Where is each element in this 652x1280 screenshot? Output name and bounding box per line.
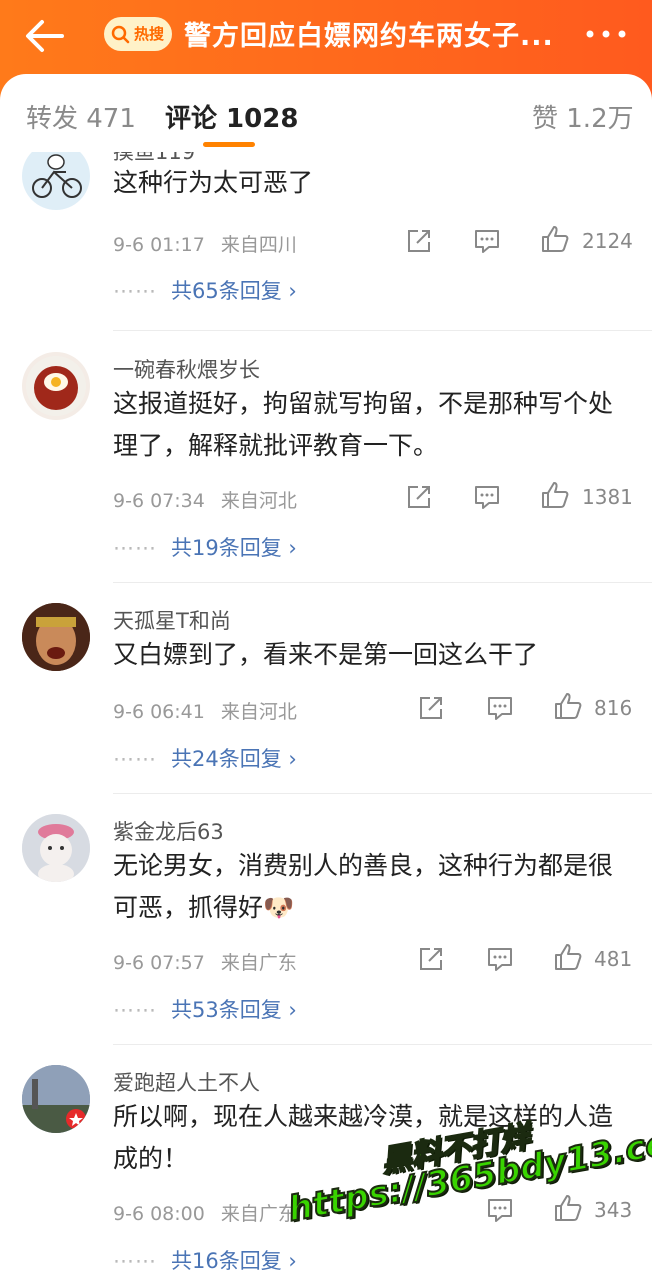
replies-label: 共53条回复 › bbox=[171, 998, 297, 1022]
hot-badge-label: 热搜 bbox=[134, 25, 165, 43]
comment-text: 这种行为太可恶了 bbox=[113, 168, 314, 197]
comment-meta: 9-6 07:57 来自广东 bbox=[113, 948, 297, 975]
search-icon bbox=[111, 25, 130, 43]
title-area: 热搜 警方回应白嫖网约车两女子... bbox=[104, 14, 554, 53]
tab-bar: 转发 471 评论 1028 赞 1.2万 bbox=[0, 74, 652, 152]
comment-time: 9-6 08:00 bbox=[113, 1203, 205, 1225]
comment-icon[interactable] bbox=[485, 693, 515, 723]
replies-label: 共16条回复 › bbox=[171, 1249, 297, 1273]
page-title: 警方回应白嫖网约车两女子... bbox=[184, 21, 554, 52]
replies-label: 共24条回复 › bbox=[171, 747, 297, 771]
divider bbox=[113, 793, 652, 794]
divider bbox=[113, 330, 652, 331]
comment-time: 9-6 07:57 bbox=[113, 952, 205, 974]
like-count: 816 bbox=[594, 696, 633, 720]
reply-dots: ⋯⋯ bbox=[113, 747, 157, 771]
comment-meta: 9-6 01:17 来自四川 bbox=[113, 230, 297, 257]
view-replies-link[interactable]: ⋯⋯ 共19条回复 › bbox=[113, 532, 297, 562]
more-dots-icon[interactable] bbox=[582, 24, 630, 44]
avatar[interactable] bbox=[22, 152, 90, 210]
avatar[interactable] bbox=[22, 1065, 90, 1133]
share-icon[interactable] bbox=[404, 482, 434, 512]
comment-meta: 9-6 06:41 来自河北 bbox=[113, 697, 297, 724]
comment-text: 这报道挺好，拘留就写拘留，不是那种写个处理了，解释就批评教育一下。 bbox=[113, 389, 614, 460]
avatar[interactable] bbox=[22, 814, 90, 882]
monk-face-icon bbox=[22, 603, 90, 671]
comment-time: 9-6 07:34 bbox=[113, 490, 205, 512]
tab-reposts[interactable]: 转发 471 bbox=[26, 98, 136, 135]
comment-icon[interactable] bbox=[485, 944, 515, 974]
food-bowl-icon bbox=[26, 356, 86, 416]
comment-location: 来自河北 bbox=[220, 490, 297, 512]
reply-dots: ⋯⋯ bbox=[113, 1249, 157, 1273]
divider bbox=[113, 1044, 652, 1045]
view-replies-link[interactable]: ⋯⋯ 共53条回复 › bbox=[113, 994, 297, 1024]
share-icon[interactable] bbox=[416, 693, 446, 723]
comment-location: 来自河北 bbox=[220, 701, 297, 723]
comment-icon[interactable] bbox=[472, 482, 502, 512]
comment-time: 9-6 06:41 bbox=[113, 701, 205, 723]
hot-search-badge[interactable]: 热搜 bbox=[104, 16, 173, 51]
active-tab-indicator bbox=[203, 142, 255, 147]
share-icon[interactable] bbox=[416, 944, 446, 974]
comment-meta: 9-6 07:34 来自河北 bbox=[113, 486, 297, 513]
like-icon[interactable] bbox=[553, 942, 583, 972]
tab-likes[interactable]: 赞 1.2万 bbox=[532, 98, 634, 135]
like-count: 1381 bbox=[582, 485, 633, 509]
comment-time: 9-6 01:17 bbox=[113, 234, 205, 256]
like-icon[interactable] bbox=[540, 224, 570, 254]
view-replies-link[interactable]: ⋯⋯ 共16条回复 › bbox=[113, 1245, 297, 1275]
comment-icon[interactable] bbox=[472, 226, 502, 256]
like-icon[interactable] bbox=[540, 480, 570, 510]
view-replies-link[interactable]: ⋯⋯ 共24条回复 › bbox=[113, 743, 297, 773]
share-icon[interactable] bbox=[404, 226, 434, 256]
back-arrow-icon[interactable] bbox=[22, 16, 68, 56]
divider bbox=[113, 582, 652, 583]
reply-dots: ⋯⋯ bbox=[113, 536, 157, 560]
like-count: 481 bbox=[594, 947, 633, 971]
reply-dots: ⋯⋯ bbox=[113, 998, 157, 1022]
comment-location: 来自四川 bbox=[220, 234, 297, 256]
replies-label: 共19条回复 › bbox=[171, 536, 297, 560]
comment-location: 来自广东 bbox=[220, 952, 297, 974]
avatar[interactable] bbox=[22, 352, 90, 420]
marathon-photo-icon bbox=[22, 1065, 90, 1133]
like-icon[interactable] bbox=[553, 691, 583, 721]
view-replies-link[interactable]: ⋯⋯ 共65条回复 › bbox=[113, 275, 297, 305]
username[interactable]: 天孤星T和尚 bbox=[113, 605, 231, 635]
username[interactable]: 一碗春秋煨岁长 bbox=[113, 354, 260, 384]
username[interactable]: 紫金龙后63 bbox=[113, 816, 224, 846]
bear-doll-icon bbox=[22, 814, 90, 882]
like-count: 2124 bbox=[582, 229, 633, 253]
comment-text: 又白嫖到了，看来不是第一回这么干了 bbox=[113, 640, 539, 669]
bicycle-icon bbox=[32, 154, 82, 198]
tab-comments[interactable]: 评论 1028 bbox=[165, 98, 298, 135]
username[interactable]: 爱跑超人土不人 bbox=[113, 1067, 260, 1097]
comment-meta: 9-6 08:00 来自广东 bbox=[113, 1199, 297, 1226]
comment-text: 无论男女，消费别人的善良，这种行为都是很可恶，抓得好🐶 bbox=[113, 851, 614, 922]
avatar[interactable] bbox=[22, 603, 90, 671]
replies-label: 共65条回复 › bbox=[171, 279, 297, 303]
reply-dots: ⋯⋯ bbox=[113, 279, 157, 303]
